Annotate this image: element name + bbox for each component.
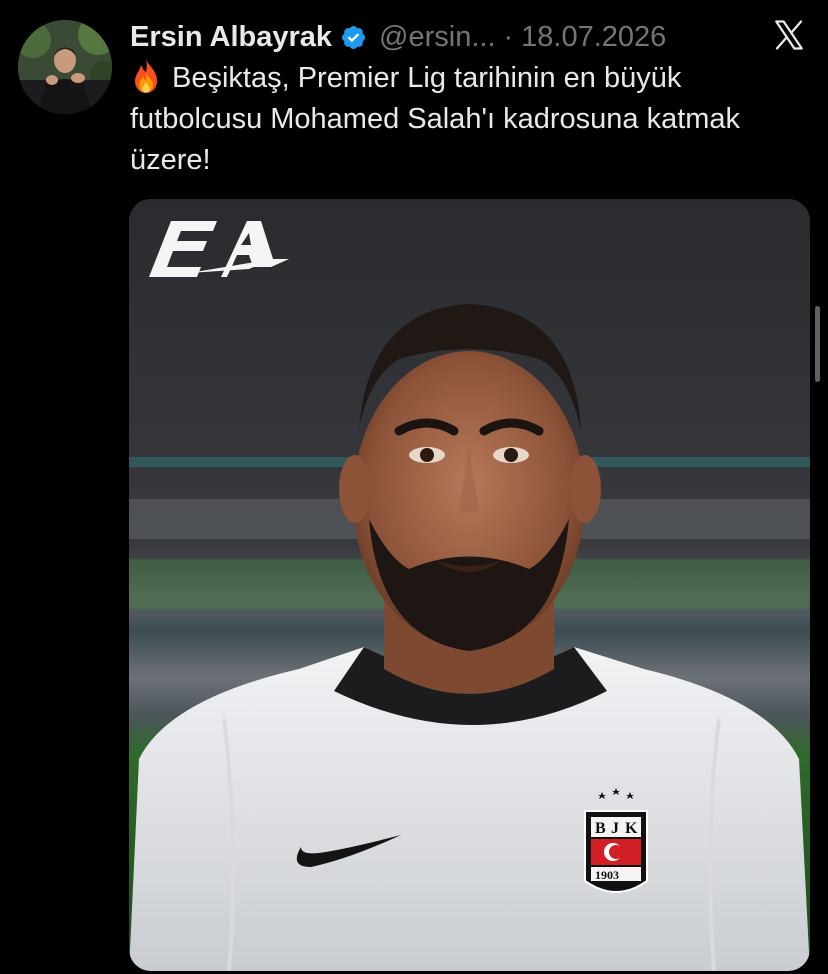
fire-icon: [135, 59, 157, 93]
tweet-header: Ersin Albayrak @ersin... · 18.07.2026: [130, 18, 666, 56]
author-avatar[interactable]: [18, 20, 112, 114]
scrollbar[interactable]: [815, 306, 820, 382]
header-separator: ·: [503, 20, 514, 53]
tweet-text: Beşiktaş, Premier Lig tarihinin en büyük…: [130, 62, 741, 176]
svg-text:J: J: [611, 820, 619, 837]
tweet-body: Beşiktaş, Premier Lig tarihinin en büyük…: [130, 58, 780, 181]
tweet-date[interactable]: 18.07.2026: [521, 21, 666, 54]
verified-badge-icon: [342, 25, 366, 49]
svg-text:1903: 1903: [595, 868, 619, 882]
svg-text:K: K: [625, 820, 638, 837]
author-display-name[interactable]: Ersin Albayrak: [130, 21, 332, 54]
author-handle[interactable]: @ersin...: [379, 21, 495, 54]
svg-text:B: B: [595, 820, 606, 837]
tweet-media-image[interactable]: B J K 1903: [129, 199, 810, 971]
x-logo-icon[interactable]: [772, 18, 806, 52]
